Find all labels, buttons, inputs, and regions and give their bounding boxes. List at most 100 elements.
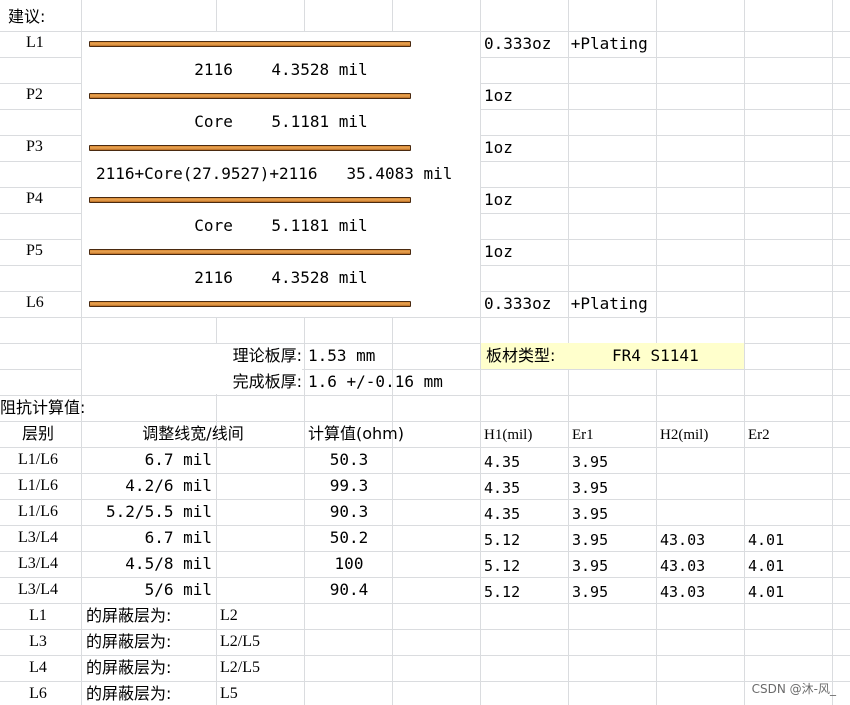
dielectric-3: 2116+Core(27.9527)+2116 35.4083 mil: [96, 164, 453, 183]
shield-label: 的屏蔽层为:: [86, 684, 172, 703]
table-row-h1: 5.12: [484, 531, 521, 549]
shield-layer: L4: [29, 659, 47, 676]
table-row-layer: L1/L6: [18, 477, 58, 494]
table-row-h2: 43.03: [660, 583, 706, 601]
table-row-width: 4.2/6 mil: [125, 476, 212, 495]
copper-spec-p3: 1oz: [484, 138, 513, 157]
header-h2: H2(mil): [660, 427, 709, 443]
grid-col-line: [744, 0, 745, 705]
header-width: 调整线宽/线间: [142, 424, 244, 443]
shield-ref: L5: [220, 685, 238, 702]
table-row-layer: L3/L4: [18, 555, 58, 572]
header-calc: 计算值(ohm): [308, 424, 405, 443]
header-layer: 层别: [21, 424, 54, 443]
copper-spec-l1: 0.333oz +Plating: [484, 34, 648, 53]
advice-title: 建议:: [8, 7, 46, 26]
copper-spec-l6: 0.333oz +Plating: [484, 294, 648, 313]
table-row-width: 5.2/5.5 mil: [106, 502, 212, 521]
grid-row-line: [0, 421, 850, 422]
table-row-er2: 4.01: [748, 557, 785, 575]
shield-layer: L3: [29, 633, 47, 650]
table-row-er1: 3.95: [572, 505, 609, 523]
dielectric-4: Core 5.1181 mil: [194, 216, 368, 235]
table-row-er1: 3.95: [572, 453, 609, 471]
table-row-er1: 3.95: [572, 479, 609, 497]
impedance-title: 阻抗计算值:: [0, 398, 86, 417]
dielectric-5: 2116 4.3528 mil: [194, 268, 368, 287]
spreadsheet: 建议: L1 0.333oz +Plating 2116 4.3528 mil …: [0, 0, 850, 705]
theory-thickness-label: 理论板厚:: [232, 346, 302, 365]
grid-row-line: [0, 317, 850, 318]
table-row-calc: 99.3: [329, 476, 369, 495]
shield-label: 的屏蔽层为:: [86, 632, 172, 651]
table-row-layer: L1/L6: [18, 503, 58, 520]
header-er1: Er1: [572, 427, 594, 443]
grid-row-line: [0, 629, 850, 630]
layer-label-p4: P4: [26, 190, 43, 207]
grid-col-line: [832, 0, 833, 705]
copper-layer-line: [89, 301, 411, 307]
finish-thickness-label: 完成板厚:: [232, 372, 302, 391]
header-h1: H1(mil): [484, 427, 533, 443]
dielectric-1: 2116 4.3528 mil: [194, 60, 368, 79]
copper-layer-line: [89, 249, 411, 255]
table-row-er1: 3.95: [572, 557, 609, 575]
watermark: CSDN @沐-风_: [751, 682, 836, 696]
layer-label-p5: P5: [26, 242, 43, 259]
grid-row-line: [0, 525, 850, 526]
finish-thickness-value: 1.6 +/-0.16 mm: [308, 372, 443, 391]
grid-row-line: [0, 681, 850, 682]
shield-ref: L2/L5: [220, 659, 260, 676]
shield-label: 的屏蔽层为:: [86, 658, 172, 677]
shield-ref: L2/L5: [220, 633, 260, 650]
copper-layer-line: [89, 145, 411, 151]
table-row-calc: 90.4: [329, 580, 369, 599]
copper-spec-p5: 1oz: [484, 242, 513, 261]
table-row-calc: 100: [334, 554, 364, 573]
layer-label-p2: P2: [26, 86, 43, 103]
material-label: 板材类型:: [486, 346, 556, 365]
header-er2: Er2: [748, 427, 770, 443]
table-row-width: 5/6 mil: [144, 580, 212, 599]
table-row-layer: L3/L4: [18, 581, 58, 598]
copper-spec-p2: 1oz: [484, 86, 513, 105]
grid-row-line: [0, 473, 850, 474]
layer-label-p3: P3: [26, 138, 43, 155]
shield-label: 的屏蔽层为:: [86, 606, 172, 625]
copper-layer-line: [89, 41, 411, 47]
table-row-er2: 4.01: [748, 531, 785, 549]
table-row-er1: 3.95: [572, 583, 609, 601]
table-row-h1: 5.12: [484, 583, 521, 601]
grid-row-line: [0, 603, 850, 604]
table-row-er1: 3.95: [572, 531, 609, 549]
table-row-calc: 50.2: [329, 528, 369, 547]
material-value: FR4 S1141: [612, 346, 699, 365]
table-row-width: 6.7 mil: [144, 528, 212, 547]
copper-layer-line: [89, 93, 411, 99]
table-row-layer: L3/L4: [18, 529, 58, 546]
grid-row-line: [0, 655, 850, 656]
grid-row-line: [0, 551, 850, 552]
table-row-width: 6.7 mil: [144, 450, 212, 469]
table-row-calc: 90.3: [329, 502, 369, 521]
table-row-h1: 4.35: [484, 453, 521, 471]
table-row-h1: 4.35: [484, 505, 521, 523]
table-row-h2: 43.03: [660, 557, 706, 575]
grid-row-line: [0, 577, 850, 578]
layer-label-l1: L1: [26, 34, 44, 51]
table-row-er2: 4.01: [748, 583, 785, 601]
grid-row-line: [0, 499, 850, 500]
table-row-width: 4.5/8 mil: [125, 554, 212, 573]
layer-label-l6: L6: [26, 294, 44, 311]
theory-thickness-value: 1.53 mm: [308, 346, 376, 365]
shield-layer: L6: [29, 685, 47, 702]
grid-row-line: [0, 447, 850, 448]
copper-layer-line: [89, 197, 411, 203]
table-row-h2: 43.03: [660, 531, 706, 549]
shield-ref: L2: [220, 607, 238, 624]
table-row-h1: 4.35: [484, 479, 521, 497]
dielectric-2: Core 5.1181 mil: [194, 112, 368, 131]
table-row-calc: 50.3: [329, 450, 369, 469]
copper-spec-p4: 1oz: [484, 190, 513, 209]
table-row-h1: 5.12: [484, 557, 521, 575]
